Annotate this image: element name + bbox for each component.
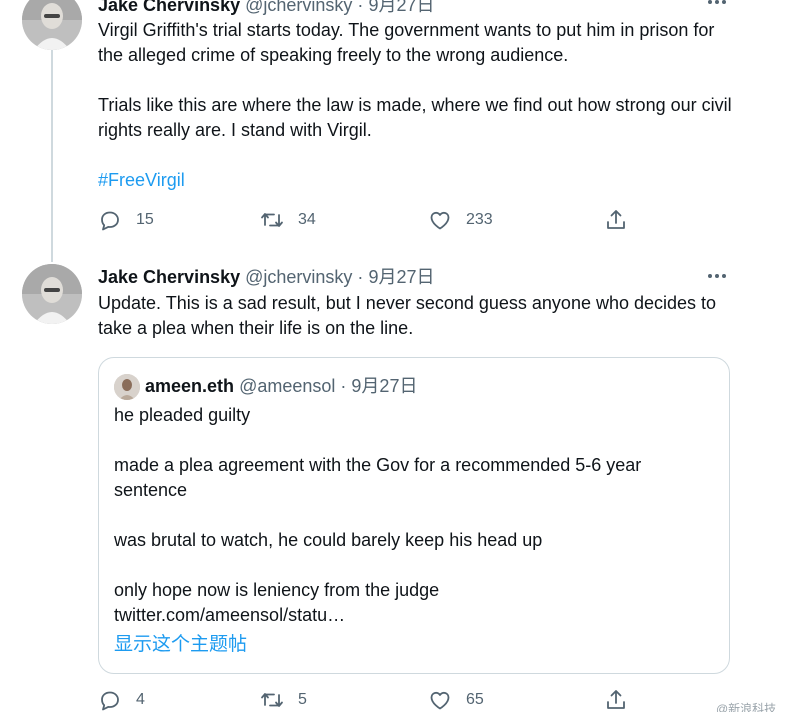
heart-icon	[430, 691, 450, 710]
like-button[interactable]: 65	[428, 688, 484, 712]
quoted-tweet-text: he pleaded guilty made a plea agreement …	[114, 403, 714, 628]
like-button[interactable]: 233	[428, 208, 493, 232]
share-button[interactable]	[604, 208, 628, 232]
author-handle[interactable]: @jchervinsky	[245, 267, 352, 287]
tweet-date[interactable]: 9月27日	[368, 267, 434, 287]
more-icon-dot	[722, 0, 726, 4]
quoted-tweet-date: 9月27日	[351, 376, 418, 396]
quoted-tweet-header: ameen.eth @ameensol · 9月27日	[145, 375, 417, 397]
tweet-paragraph: Trials like this are where the law is ma…	[98, 95, 732, 140]
tweet-text: Update. This is a sad result, but I neve…	[98, 291, 738, 341]
tweet-actions: 4 5 65	[98, 688, 658, 712]
heart-icon	[430, 211, 450, 230]
more-icon	[708, 274, 712, 278]
more-icon-dot	[722, 274, 726, 278]
quoted-avatar[interactable]	[114, 374, 140, 400]
like-count: 233	[466, 211, 493, 228]
tweet-header: Jake Chervinsky @jchervinsky · 9月27日	[98, 0, 434, 16]
tweet-paragraph: Update. This is a sad result, but I neve…	[98, 293, 717, 338]
share-button[interactable]	[604, 688, 628, 712]
quoted-author-name: ameen.eth	[145, 376, 235, 396]
avatar-photo	[22, 0, 82, 50]
separator: ·	[357, 267, 364, 287]
reply-count: 15	[136, 211, 154, 228]
tweet-header: Jake Chervinsky @jchervinsky · 9月27日	[98, 266, 434, 288]
retweet-icon	[261, 213, 283, 227]
reply-count: 4	[136, 691, 145, 708]
tweet-actions: 15 34 233	[98, 208, 658, 238]
more-icon-dot	[715, 0, 719, 4]
avatar-photo	[22, 264, 82, 324]
retweet-icon	[261, 693, 283, 707]
thread-connector-line	[51, 50, 53, 262]
quoted-line: only hope now is leniency from the judge	[114, 580, 440, 600]
quoted-author-handle: @ameensol	[239, 376, 336, 396]
more-options-button[interactable]	[704, 266, 730, 286]
share-icon	[607, 210, 625, 229]
quoted-line: made a plea agreement with the Gov for a…	[114, 455, 642, 500]
reply-button[interactable]: 15	[98, 208, 154, 232]
quoted-line: he pleaded guilty	[114, 405, 251, 425]
reply-icon	[101, 211, 119, 231]
author-name[interactable]: Jake Chervinsky	[98, 0, 240, 15]
quoted-avatar-photo	[114, 374, 140, 400]
reply-button[interactable]: 4	[98, 688, 145, 712]
show-thread-link[interactable]: 显示这个主题帖	[114, 632, 247, 657]
separator: ·	[340, 376, 347, 396]
author-handle[interactable]: @jchervinsky	[245, 0, 352, 15]
share-icon	[607, 690, 625, 709]
tweet-paragraph: Virgil Griffith's trial starts today. Th…	[98, 20, 715, 65]
retweet-count: 5	[298, 691, 307, 708]
hashtag-link[interactable]: #FreeVirgil	[98, 168, 185, 193]
more-icon	[708, 0, 712, 4]
avatar[interactable]	[22, 264, 82, 324]
quoted-link: twitter.com/ameensol/statu…	[114, 605, 346, 625]
author-name[interactable]: Jake Chervinsky	[98, 267, 240, 287]
watermark: @新浪科技	[716, 702, 777, 712]
separator: ·	[357, 0, 364, 15]
more-options-button[interactable]	[704, 0, 730, 12]
more-icon-dot	[715, 274, 719, 278]
reply-icon	[101, 691, 119, 711]
like-count: 65	[466, 691, 484, 708]
retweet-button[interactable]: 34	[260, 208, 316, 232]
retweet-count: 34	[298, 211, 316, 228]
quoted-line: was brutal to watch, he could barely kee…	[114, 530, 543, 550]
avatar[interactable]	[22, 0, 82, 50]
tweet-text: Virgil Griffith's trial starts today. Th…	[98, 18, 738, 143]
tweet-date[interactable]: 9月27日	[368, 0, 434, 15]
quoted-tweet-card[interactable]: ameen.eth @ameensol · 9月27日 he pleaded g…	[98, 357, 730, 674]
retweet-button[interactable]: 5	[260, 688, 307, 712]
